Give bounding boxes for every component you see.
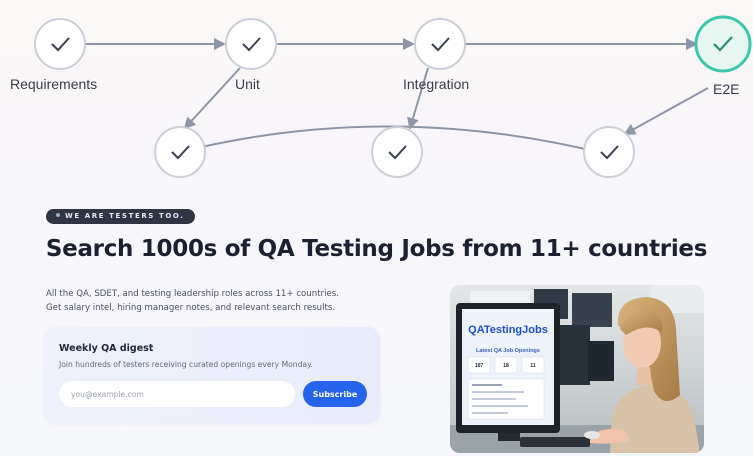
newsletter-card: Weekly QA digest Join hundreds of tester… bbox=[44, 327, 380, 423]
node-requirements bbox=[34, 18, 86, 70]
node-integration bbox=[414, 18, 466, 70]
label-integration: Integration bbox=[403, 76, 470, 92]
test-flow-diagram bbox=[34, 15, 752, 178]
node-bottom-left bbox=[154, 126, 206, 178]
page-headline: Search 1000s of QA Testing Jobs from 11+… bbox=[45, 236, 708, 262]
screen-stat-2: 18 bbox=[503, 363, 509, 369]
label-e2e: E2E bbox=[713, 81, 740, 97]
newsletter-title: Weekly QA digest bbox=[59, 343, 154, 354]
hero-photo: QATestingJobs Latest QA Job Openings 107… bbox=[450, 285, 704, 453]
node-unit bbox=[225, 18, 277, 70]
intro-line-1: All the QA, SDET, and testing leadership… bbox=[46, 289, 339, 299]
node-e2e bbox=[694, 15, 752, 73]
node-bottom-right bbox=[583, 126, 635, 178]
badge-text: WE ARE TESTERS TOO. bbox=[65, 212, 185, 220]
screen-stat-1: 107 bbox=[475, 363, 484, 369]
connector-e2e-down bbox=[623, 87, 709, 135]
screen-logo: QATestingJobs bbox=[468, 324, 548, 336]
office-illustration: QATestingJobs Latest QA Job Openings 107… bbox=[450, 285, 704, 453]
badge-dot-icon bbox=[56, 213, 60, 217]
screen-heading: Latest QA Job Openings bbox=[476, 348, 540, 354]
intro-text: All the QA, SDET, and testing leadership… bbox=[46, 287, 386, 315]
label-unit: Unit bbox=[235, 76, 260, 92]
screen-stat-3: 11 bbox=[530, 363, 536, 369]
label-requirements: Requirements bbox=[10, 76, 98, 92]
node-bottom-middle bbox=[371, 126, 423, 178]
newsletter-subtitle: Join hundreds of testers receiving curat… bbox=[59, 360, 313, 369]
intro-line-2: Get salary intel, hiring manager notes, … bbox=[46, 303, 336, 313]
subscribe-button[interactable]: Subscribe bbox=[303, 381, 367, 407]
tagline-badge: WE ARE TESTERS TOO. bbox=[46, 209, 195, 224]
connector-unit-down bbox=[183, 67, 241, 130]
email-field[interactable] bbox=[59, 381, 295, 407]
